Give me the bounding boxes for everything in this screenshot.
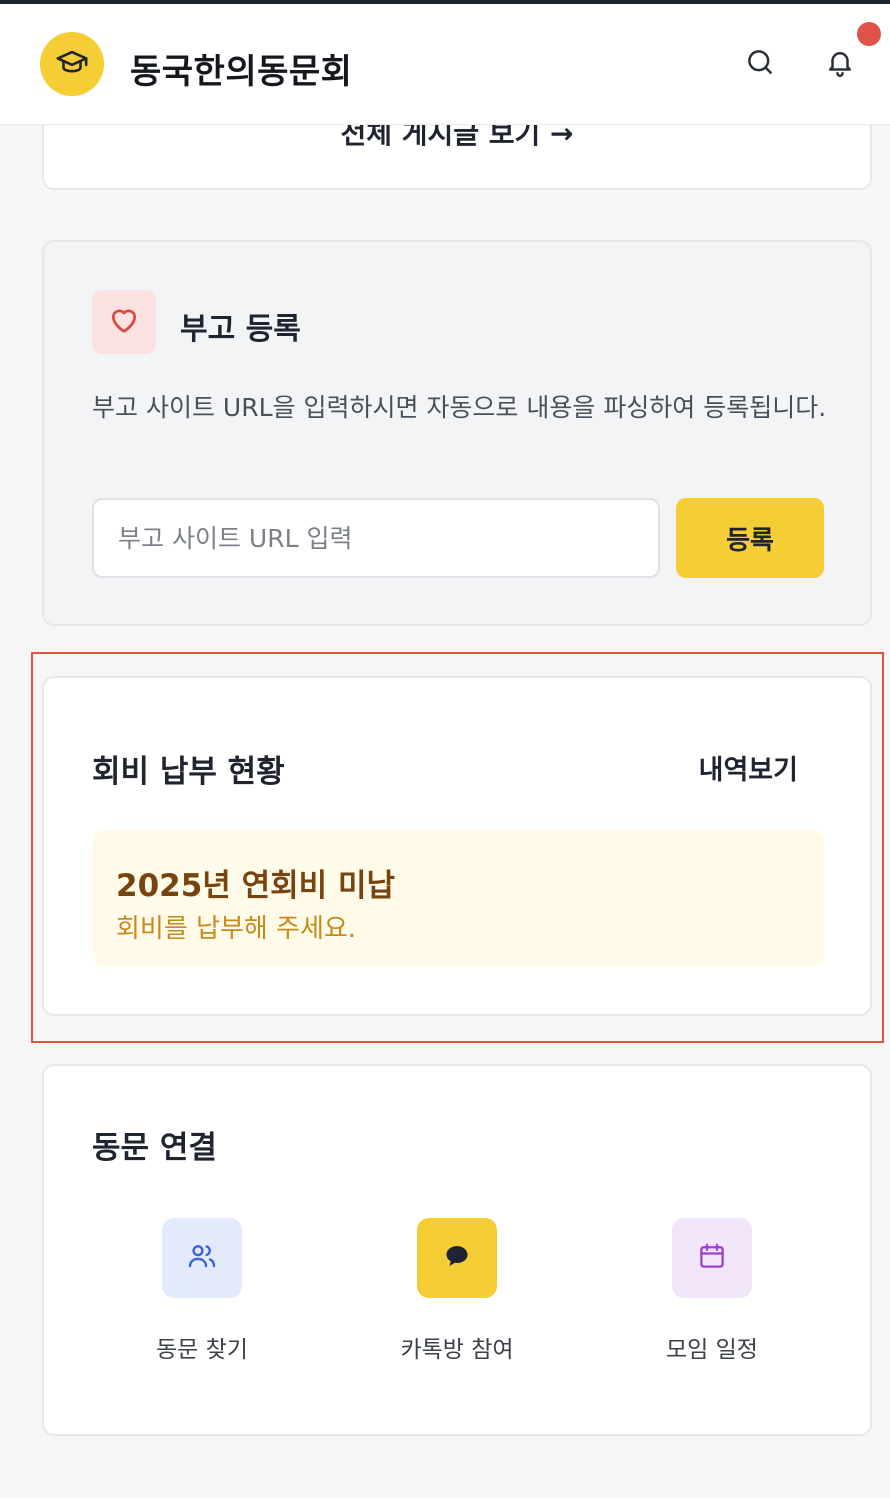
calendar-icon <box>697 1241 727 1275</box>
app-logo[interactable] <box>40 32 104 96</box>
find-alumni-button[interactable]: 동문 찾기 <box>102 1218 302 1378</box>
find-alumni-label: 동문 찾기 <box>156 1337 248 1363</box>
fee-status-message: 회비를 납부해 주세요. <box>116 914 357 944</box>
search-icon <box>745 47 775 81</box>
find-alumni-icon-box <box>162 1218 242 1298</box>
meeting-schedule-button[interactable]: 모임 일정 <box>612 1218 812 1378</box>
obituary-description: 부고 사이트 URL을 입력하시면 자동으로 내용을 파싱하여 등록됩니다. <box>92 393 827 422</box>
alumni-connect-title: 동문 연결 <box>92 1130 217 1166</box>
meeting-schedule-icon-box <box>672 1218 752 1298</box>
chat-bubble-icon <box>443 1242 471 1274</box>
users-icon <box>186 1240 218 1276</box>
obituary-icon-box <box>92 290 156 354</box>
bell-icon <box>825 47 855 81</box>
obituary-submit-button[interactable]: 등록 <box>676 498 824 578</box>
obituary-url-input[interactable] <box>92 498 660 578</box>
obituary-card: 부고 등록 부고 사이트 URL을 입력하시면 자동으로 내용을 파싱하여 등록… <box>42 240 872 626</box>
heart-icon <box>108 304 140 340</box>
join-kakao-chat-label: 카톡방 참여 <box>400 1337 514 1363</box>
kakao-chat-icon-box <box>417 1218 497 1298</box>
notification-button[interactable] <box>824 48 856 80</box>
app-title: 동국한의동문회 <box>130 52 353 92</box>
fee-status-title: 2025년 연회비 미납 <box>116 868 395 904</box>
join-kakao-chat-button[interactable]: 카톡방 참여 <box>357 1218 557 1378</box>
obituary-title: 부고 등록 <box>180 312 301 347</box>
membership-fee-card: 회비 납부 현황 내역보기 2025년 연회비 미납 회비를 납부해 주세요. <box>42 676 872 1016</box>
membership-fee-title: 회비 납부 현황 <box>92 754 285 790</box>
meeting-schedule-label: 모임 일정 <box>666 1337 758 1363</box>
alumni-connect-card: 동문 연결 동문 찾기 카톡방 참여 모임 일정 <box>42 1064 872 1436</box>
search-button[interactable] <box>744 48 776 80</box>
fee-history-link[interactable]: 내역보기 <box>699 748 798 787</box>
graduation-cap-icon <box>55 45 89 83</box>
fee-status-box[interactable]: 2025년 연회비 미납 회비를 납부해 주세요. <box>92 830 824 966</box>
notification-badge <box>857 22 881 46</box>
app-header: 동국한의동문회 <box>0 4 890 125</box>
